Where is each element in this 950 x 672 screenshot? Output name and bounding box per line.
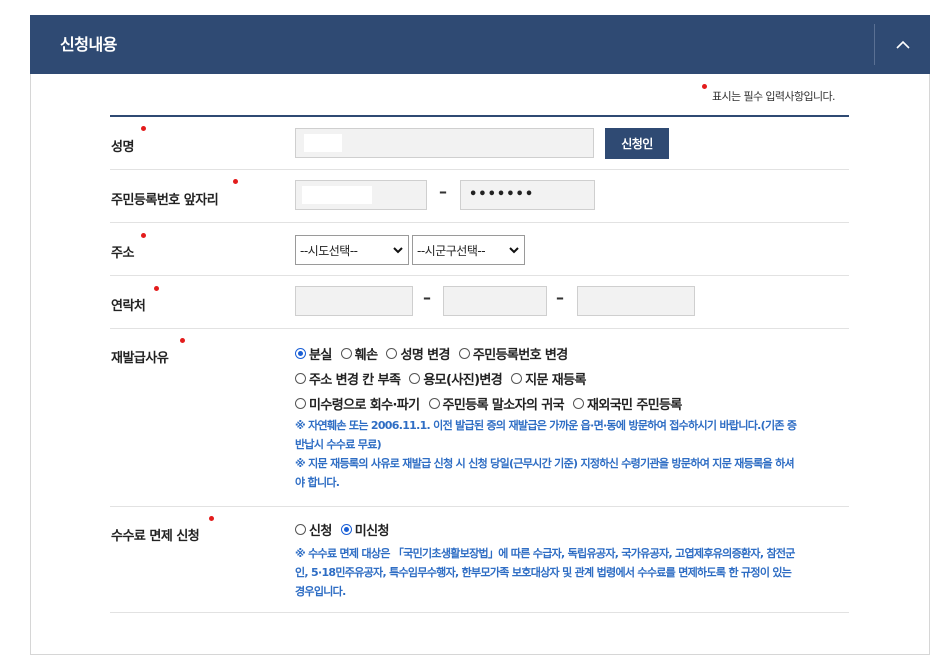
reason-option-damaged[interactable]: 훼손: [340, 344, 378, 363]
chevron-down-icon: [393, 247, 403, 254]
chevron-up-icon: [895, 40, 910, 49]
province-select[interactable]: --시도선택--: [295, 235, 409, 265]
name-field-blank: [304, 134, 342, 152]
radio-button[interactable]: [295, 348, 306, 359]
reason-options-row2: 주소 변경 칸 부족 용모(사진)변경 지문 재등록: [295, 369, 595, 388]
reason-options-row3: 미수령으로 회수·파기 주민등록 말소자의 귀국 재외국민 주민등록: [295, 394, 691, 413]
row-divider: [110, 275, 849, 276]
radio-button[interactable]: [295, 524, 306, 535]
radio-button[interactable]: [572, 398, 584, 409]
required-note: 표시는 필수 입력사항입니다.: [712, 90, 836, 103]
reason-options-row1: 분실 훼손 성명 변경 주민등록번호 변경: [295, 344, 577, 363]
province-select-value: --시도선택--: [300, 243, 358, 258]
row-divider: [110, 328, 849, 329]
rrn-front-field[interactable]: [295, 180, 427, 210]
reason-option-name-change[interactable]: 성명 변경: [386, 344, 450, 363]
radio-button[interactable]: [340, 348, 352, 359]
radio-button[interactable]: [458, 348, 470, 359]
name-label: 성명: [111, 140, 134, 155]
radio-button[interactable]: [386, 348, 398, 359]
applicant-button[interactable]: 신청인: [605, 128, 669, 159]
rrn-label: 주민등록번호 앞자리: [111, 193, 219, 208]
required-dot: [141, 126, 146, 131]
address-label: 주소: [111, 246, 134, 261]
rrn-front-blank: [302, 186, 372, 204]
dash-separator: –: [439, 182, 447, 201]
reason-option-photo-change[interactable]: 용모(사진)변경: [409, 369, 503, 388]
section-header: 신청내용: [30, 15, 930, 74]
fee-exemption-label: 수수료 면제 신청: [111, 529, 200, 544]
reason-option-return[interactable]: 주민등록 말소자의 귀국: [428, 394, 565, 413]
phone-label: 연락처: [111, 299, 146, 314]
required-dot: [141, 233, 146, 238]
required-dot: [209, 516, 214, 521]
row-divider: [110, 169, 849, 170]
required-dot: [702, 84, 707, 89]
reason-option-overseas[interactable]: 재외국민 주민등록: [572, 394, 682, 413]
radio-button[interactable]: [428, 398, 440, 409]
phone-part2-field[interactable]: [443, 286, 547, 316]
section-title: 신청내용: [60, 35, 117, 54]
reason-option-rrn-change[interactable]: 주민등록번호 변경: [458, 344, 568, 363]
chevron-down-icon: [509, 247, 519, 254]
dash-separator: –: [556, 288, 564, 307]
required-dot: [154, 286, 159, 291]
fee-option-not-apply[interactable]: 미신청: [340, 520, 389, 539]
name-field[interactable]: [295, 128, 594, 158]
phone-part1-field[interactable]: [295, 286, 413, 316]
radio-button[interactable]: [340, 524, 352, 535]
reason-option-fingerprint[interactable]: 지문 재등록: [511, 369, 586, 388]
city-select-value: --시군구선택--: [417, 243, 486, 258]
dash-separator: –: [423, 288, 431, 307]
row-divider: [110, 506, 849, 507]
collapse-button[interactable]: [875, 15, 930, 74]
reason-option-unclaimed[interactable]: 미수령으로 회수·파기: [295, 394, 420, 413]
reason-label: 재발급사유: [111, 351, 169, 366]
radio-button[interactable]: [409, 373, 421, 384]
table-top-rule: [110, 115, 849, 117]
reason-option-lost[interactable]: 분실: [295, 344, 332, 363]
reason-option-address-space[interactable]: 주소 변경 칸 부족: [295, 369, 401, 388]
fee-exemption-options: 신청 미신청: [295, 520, 398, 539]
radio-button[interactable]: [511, 373, 523, 384]
required-dot: [180, 338, 185, 343]
rrn-back-field[interactable]: •••••••: [460, 180, 595, 210]
fee-option-apply[interactable]: 신청: [295, 520, 332, 539]
reason-notice: ※ 자연훼손 또는 2006.11.1. 이전 발급된 증의 재발급은 가까운 …: [295, 419, 797, 489]
row-divider: [110, 222, 849, 223]
radio-button[interactable]: [295, 398, 306, 409]
city-select[interactable]: --시군구선택--: [412, 235, 525, 265]
fee-exemption-notice: ※ 수수료 면제 대상은 「국민기초생활보장법」에 따른 수급자, 독립유공자,…: [295, 547, 795, 598]
required-dot: [233, 179, 238, 184]
row-divider: [110, 612, 849, 613]
radio-button[interactable]: [295, 373, 306, 384]
phone-part3-field[interactable]: [577, 286, 695, 316]
